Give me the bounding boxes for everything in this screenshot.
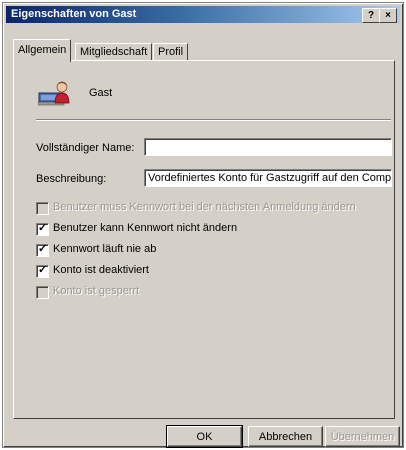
checkbox-box[interactable]	[36, 286, 49, 299]
checkbox-label: Konto ist gesperrt	[53, 285, 140, 297]
checkbox-box[interactable]	[36, 202, 49, 215]
window-title: Eigenschaften von Gast	[11, 8, 137, 20]
checkmark-icon: ✓	[38, 243, 48, 255]
full-name-label: Vollständiger Name:	[36, 142, 135, 154]
apply-button[interactable]: Übernehmen	[325, 426, 400, 447]
full-name-input[interactable]	[144, 138, 392, 156]
properties-dialog: Eigenschaften von Gast ? × Allgemein Mit…	[2, 2, 404, 448]
tab-profil[interactable]: Profil	[153, 43, 189, 61]
checkbox-label: Benutzer kann Kennwort nicht ändern	[53, 222, 238, 234]
cancel-button[interactable]: Abbrechen	[248, 426, 323, 447]
checkbox-box[interactable]: ✓	[36, 243, 49, 257]
ok-button[interactable]: OK	[166, 425, 243, 448]
help-button[interactable]: ?	[362, 8, 380, 23]
checkbox-box[interactable]: ✓	[36, 264, 49, 278]
title-bar[interactable]: Eigenschaften von Gast ? ×	[6, 6, 400, 23]
user-account-icon	[38, 81, 70, 106]
checkbox-label: Konto ist deaktiviert	[53, 264, 149, 276]
tab-mitgliedschaft[interactable]: Mitgliedschaft	[75, 43, 153, 61]
checkbox-label: Benutzer muss Kennwort bei der nächsten …	[53, 201, 356, 213]
checkbox-label: Kennwort läuft nie ab	[53, 243, 157, 255]
tab-allgemein[interactable]: Allgemein	[13, 39, 72, 62]
tab-panel-allgemein: Gast Vollständiger Name: Beschreibung: V…	[13, 60, 395, 419]
separator	[36, 119, 391, 121]
checkmark-icon: ✓	[38, 222, 48, 234]
close-button[interactable]: ×	[379, 8, 397, 23]
user-name: Gast	[89, 87, 113, 99]
checkbox-box[interactable]: ✓	[36, 222, 49, 236]
description-input[interactable]: Vordefiniertes Konto für Gastzugriff auf…	[144, 169, 392, 187]
description-label: Beschreibung:	[36, 173, 107, 185]
checkmark-icon: ✓	[38, 264, 48, 276]
